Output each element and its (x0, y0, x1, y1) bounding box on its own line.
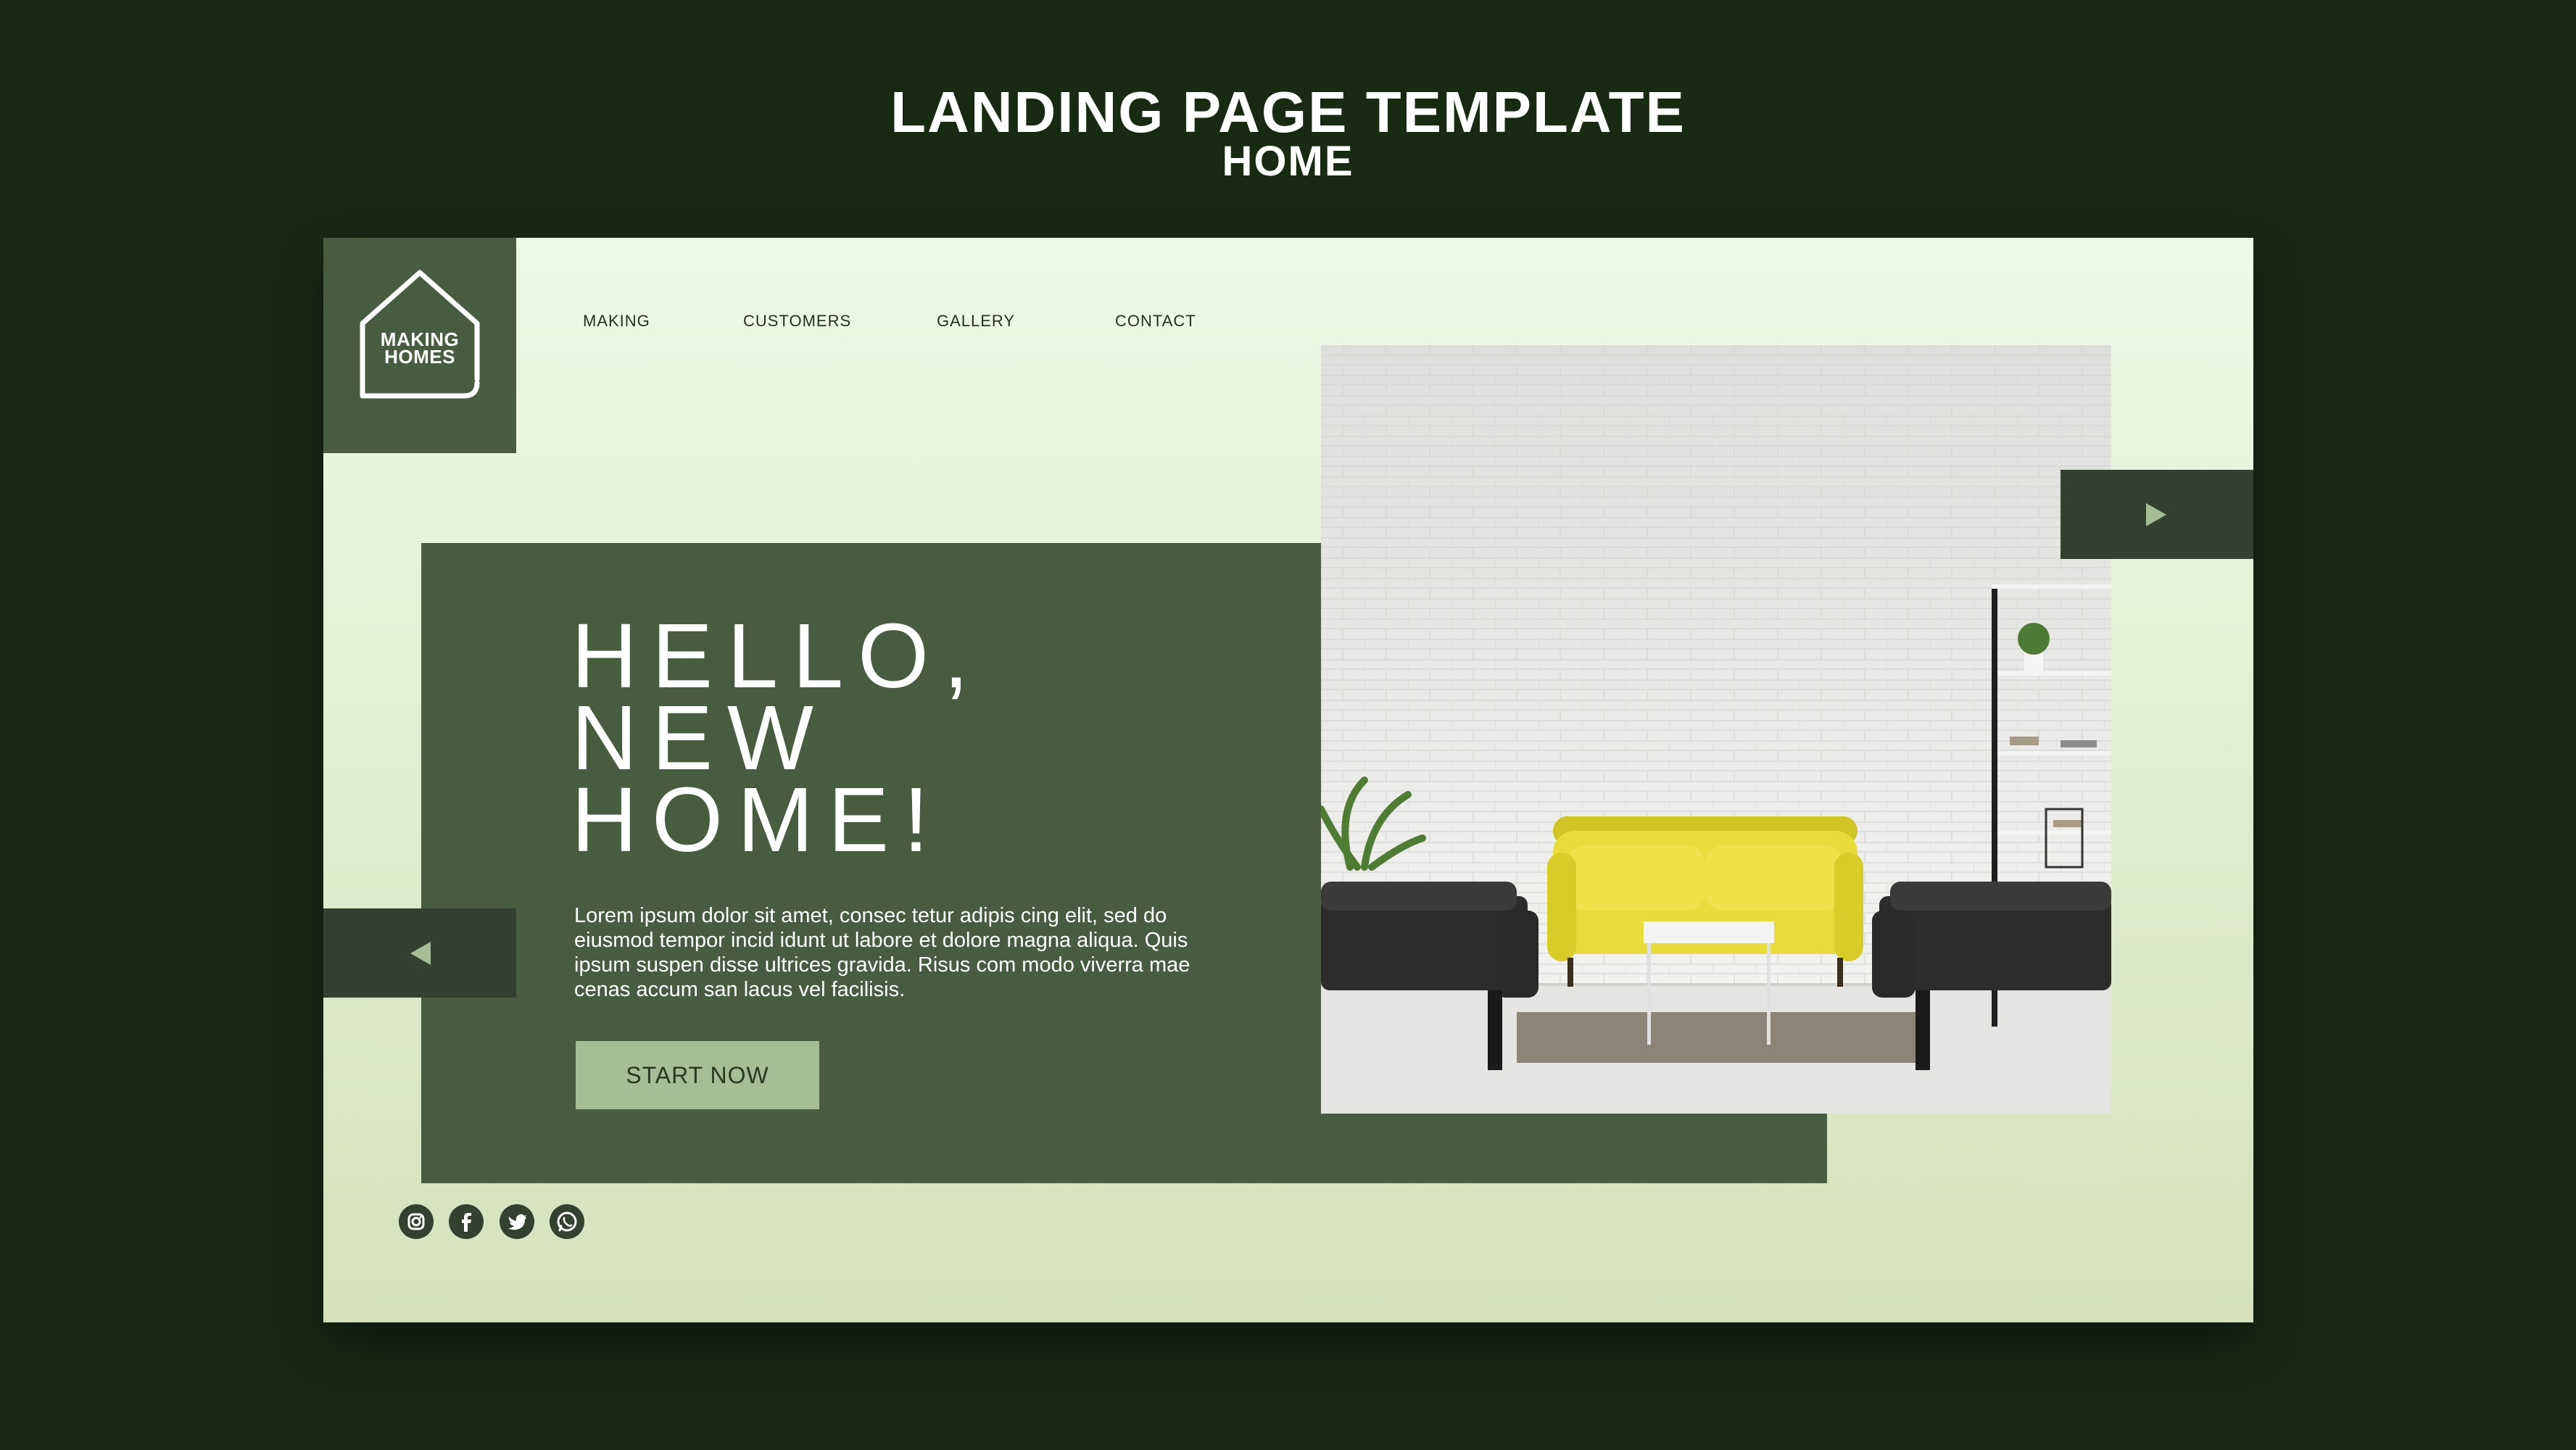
living-room-image (1321, 345, 2111, 1114)
nav-item-customers[interactable]: CUSTOMERS (743, 312, 851, 331)
nav-item-contact[interactable]: CONTACT (1115, 312, 1196, 331)
hero-title: HELLO, NEW HOME! (571, 605, 984, 871)
hero-title-line-2: NEW (571, 687, 828, 789)
showcase-subtitle: HOME (1222, 138, 1354, 185)
twitter-icon (508, 1214, 526, 1230)
showcase-title: LANDING PAGE TEMPLATE (890, 80, 1686, 144)
logo-line-2: HOMES (384, 346, 455, 368)
whatsapp-link[interactable] (550, 1204, 584, 1239)
hero-title-line-3: HOME! (571, 768, 944, 871)
prev-slide-button[interactable] (323, 908, 516, 998)
next-slide-button[interactable] (2061, 470, 2253, 559)
instagram-link[interactable] (399, 1204, 434, 1239)
hero-body-text: Lorem ipsum dolor sit amet, consec tetur… (574, 904, 1190, 1001)
facebook-link[interactable] (449, 1204, 484, 1239)
instagram-icon (407, 1213, 425, 1230)
nav-item-gallery[interactable]: GALLERY (937, 312, 1015, 331)
twitter-link[interactable] (500, 1204, 534, 1239)
whatsapp-icon (557, 1211, 577, 1232)
logo[interactable]: MAKING HOMES (323, 238, 516, 453)
start-now-button[interactable]: START NOW (576, 1041, 819, 1109)
logo-text: MAKING HOMES (357, 330, 483, 368)
facebook-icon (462, 1213, 471, 1232)
living-room-photo (1321, 345, 2111, 1114)
nav-item-making[interactable]: MAKING (583, 312, 650, 331)
landing-page-card: MAKING HOMES MAKING CUSTOMERS GALLERY CO… (323, 238, 2253, 1322)
arrow-left-icon (410, 942, 431, 965)
arrow-right-icon (2146, 503, 2166, 526)
hero-title-line-1: HELLO, (571, 605, 984, 707)
